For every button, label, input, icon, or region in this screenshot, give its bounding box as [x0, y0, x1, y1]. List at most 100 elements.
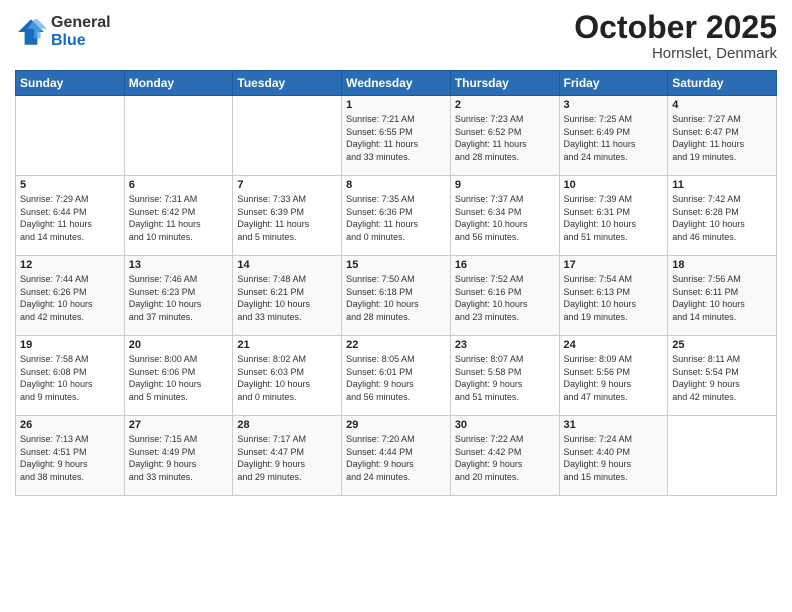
- day-info: Sunrise: 7:42 AM Sunset: 6:28 PM Dayligh…: [672, 193, 772, 243]
- day-header: Tuesday: [233, 71, 342, 96]
- day-header: Saturday: [668, 71, 777, 96]
- day-info: Sunrise: 7:29 AM Sunset: 6:44 PM Dayligh…: [20, 193, 120, 243]
- calendar-cell: 24 Sunrise: 8:09 AM Sunset: 5:56 PM Dayli…: [559, 336, 668, 416]
- logo-icon: [15, 16, 47, 48]
- day-number: 24: [564, 339, 664, 351]
- title-block: October 2025 Hornslet, Denmark: [574, 10, 777, 62]
- calendar-cell: 31 Sunrise: 7:24 AM Sunset: 4:40 PM Dayli…: [559, 416, 668, 496]
- calendar-cell: 27 Sunrise: 7:15 AM Sunset: 4:49 PM Dayli…: [124, 416, 233, 496]
- day-number: 25: [672, 339, 772, 351]
- day-info: Sunrise: 7:15 AM Sunset: 4:49 PM Dayligh…: [129, 433, 229, 483]
- day-header: Thursday: [450, 71, 559, 96]
- day-info: Sunrise: 8:11 AM Sunset: 5:54 PM Dayligh…: [672, 353, 772, 403]
- day-info: Sunrise: 7:39 AM Sunset: 6:31 PM Dayligh…: [564, 193, 664, 243]
- day-info: Sunrise: 7:52 AM Sunset: 6:16 PM Dayligh…: [455, 273, 555, 323]
- day-info: Sunrise: 7:13 AM Sunset: 4:51 PM Dayligh…: [20, 433, 120, 483]
- day-header: Sunday: [16, 71, 125, 96]
- week-row: 26 Sunrise: 7:13 AM Sunset: 4:51 PM Dayli…: [16, 416, 777, 496]
- day-number: 17: [564, 259, 664, 271]
- day-number: 3: [564, 99, 664, 111]
- day-header: Monday: [124, 71, 233, 96]
- calendar-cell: 29 Sunrise: 7:20 AM Sunset: 4:44 PM Dayli…: [342, 416, 451, 496]
- calendar-cell: 20Sunrise: 8:00 AM Sunset: 6:06 PM Dayli…: [124, 336, 233, 416]
- calendar-cell: 8 Sunrise: 7:35 AM Sunset: 6:36 PM Daylig…: [342, 176, 451, 256]
- day-info: Sunrise: 8:05 AM Sunset: 6:01 PM Dayligh…: [346, 353, 446, 403]
- day-info: Sunrise: 7:50 AM Sunset: 6:18 PM Dayligh…: [346, 273, 446, 323]
- calendar-cell: 26 Sunrise: 7:13 AM Sunset: 4:51 PM Dayli…: [16, 416, 125, 496]
- calendar-cell: 3Sunrise: 7:25 AM Sunset: 6:49 PM Daylig…: [559, 96, 668, 176]
- logo: General Blue: [15, 14, 111, 49]
- day-number: 6: [129, 179, 229, 191]
- calendar-cell: 22Sunrise: 8:05 AM Sunset: 6:01 PM Dayli…: [342, 336, 451, 416]
- day-number: 19: [20, 339, 120, 351]
- day-number: 27: [129, 419, 229, 431]
- day-info: Sunrise: 7:33 AM Sunset: 6:39 PM Dayligh…: [237, 193, 337, 243]
- day-number: 31: [564, 419, 664, 431]
- day-info: Sunrise: 7:24 AM Sunset: 4:40 PM Dayligh…: [564, 433, 664, 483]
- logo-text: General Blue: [51, 14, 111, 49]
- day-number: 7: [237, 179, 337, 191]
- day-number: 5: [20, 179, 120, 191]
- calendar-cell: 30Sunrise: 7:22 AM Sunset: 4:42 PM Dayli…: [450, 416, 559, 496]
- location: Hornslet, Denmark: [574, 45, 777, 62]
- calendar-cell: [233, 96, 342, 176]
- day-info: Sunrise: 7:58 AM Sunset: 6:08 PM Dayligh…: [20, 353, 120, 403]
- day-header: Friday: [559, 71, 668, 96]
- calendar-cell: 1Sunrise: 7:21 AM Sunset: 6:55 PM Daylig…: [342, 96, 451, 176]
- day-number: 10: [564, 179, 664, 191]
- day-number: 23: [455, 339, 555, 351]
- day-header: Wednesday: [342, 71, 451, 96]
- day-info: Sunrise: 7:44 AM Sunset: 6:26 PM Dayligh…: [20, 273, 120, 323]
- week-row: 5 Sunrise: 7:29 AM Sunset: 6:44 PM Daylig…: [16, 176, 777, 256]
- day-info: Sunrise: 7:21 AM Sunset: 6:55 PM Dayligh…: [346, 113, 446, 163]
- day-number: 4: [672, 99, 772, 111]
- calendar-cell: 23 Sunrise: 8:07 AM Sunset: 5:58 PM Dayli…: [450, 336, 559, 416]
- calendar-cell: 28Sunrise: 7:17 AM Sunset: 4:47 PM Dayli…: [233, 416, 342, 496]
- calendar-cell: 15Sunrise: 7:50 AM Sunset: 6:18 PM Dayli…: [342, 256, 451, 336]
- day-number: 21: [237, 339, 337, 351]
- day-number: 30: [455, 419, 555, 431]
- day-number: 2: [455, 99, 555, 111]
- calendar-cell: 13 Sunrise: 7:46 AM Sunset: 6:23 PM Dayli…: [124, 256, 233, 336]
- day-info: Sunrise: 7:20 AM Sunset: 4:44 PM Dayligh…: [346, 433, 446, 483]
- day-number: 11: [672, 179, 772, 191]
- calendar-cell: 10 Sunrise: 7:39 AM Sunset: 6:31 PM Dayli…: [559, 176, 668, 256]
- calendar-cell: 9Sunrise: 7:37 AM Sunset: 6:34 PM Daylig…: [450, 176, 559, 256]
- day-info: Sunrise: 7:35 AM Sunset: 6:36 PM Dayligh…: [346, 193, 446, 243]
- calendar-cell: 17 Sunrise: 7:54 AM Sunset: 6:13 PM Dayli…: [559, 256, 668, 336]
- calendar-cell: 16Sunrise: 7:52 AM Sunset: 6:16 PM Dayli…: [450, 256, 559, 336]
- calendar-cell: 11 Sunrise: 7:42 AM Sunset: 6:28 PM Dayli…: [668, 176, 777, 256]
- day-number: 18: [672, 259, 772, 271]
- day-info: Sunrise: 7:27 AM Sunset: 6:47 PM Dayligh…: [672, 113, 772, 163]
- day-info: Sunrise: 7:54 AM Sunset: 6:13 PM Dayligh…: [564, 273, 664, 323]
- logo-blue: Blue: [51, 32, 111, 50]
- day-number: 13: [129, 259, 229, 271]
- day-info: Sunrise: 8:07 AM Sunset: 5:58 PM Dayligh…: [455, 353, 555, 403]
- day-number: 29: [346, 419, 446, 431]
- header: General Blue October 2025 Hornslet, Denm…: [15, 10, 777, 62]
- day-info: Sunrise: 7:46 AM Sunset: 6:23 PM Dayligh…: [129, 273, 229, 323]
- day-info: Sunrise: 7:56 AM Sunset: 6:11 PM Dayligh…: [672, 273, 772, 323]
- day-number: 28: [237, 419, 337, 431]
- calendar-cell: [16, 96, 125, 176]
- calendar-cell: 19 Sunrise: 7:58 AM Sunset: 6:08 PM Dayli…: [16, 336, 125, 416]
- day-number: 14: [237, 259, 337, 271]
- calendar-cell: 18 Sunrise: 7:56 AM Sunset: 6:11 PM Dayli…: [668, 256, 777, 336]
- calendar-cell: 7 Sunrise: 7:33 AM Sunset: 6:39 PM Daylig…: [233, 176, 342, 256]
- day-number: 12: [20, 259, 120, 271]
- header-row: SundayMondayTuesdayWednesdayThursdayFrid…: [16, 71, 777, 96]
- calendar-cell: 14Sunrise: 7:48 AM Sunset: 6:21 PM Dayli…: [233, 256, 342, 336]
- calendar-cell: [668, 416, 777, 496]
- week-row: 1Sunrise: 7:21 AM Sunset: 6:55 PM Daylig…: [16, 96, 777, 176]
- day-info: Sunrise: 8:09 AM Sunset: 5:56 PM Dayligh…: [564, 353, 664, 403]
- calendar-cell: 12 Sunrise: 7:44 AM Sunset: 6:26 PM Dayli…: [16, 256, 125, 336]
- day-number: 20: [129, 339, 229, 351]
- day-number: 26: [20, 419, 120, 431]
- day-number: 9: [455, 179, 555, 191]
- calendar-table: SundayMondayTuesdayWednesdayThursdayFrid…: [15, 70, 777, 496]
- calendar-cell: 2Sunrise: 7:23 AM Sunset: 6:52 PM Daylig…: [450, 96, 559, 176]
- calendar-cell: 4 Sunrise: 7:27 AM Sunset: 6:47 PM Daylig…: [668, 96, 777, 176]
- month-title: October 2025: [574, 10, 777, 45]
- day-number: 8: [346, 179, 446, 191]
- calendar-cell: 5 Sunrise: 7:29 AM Sunset: 6:44 PM Daylig…: [16, 176, 125, 256]
